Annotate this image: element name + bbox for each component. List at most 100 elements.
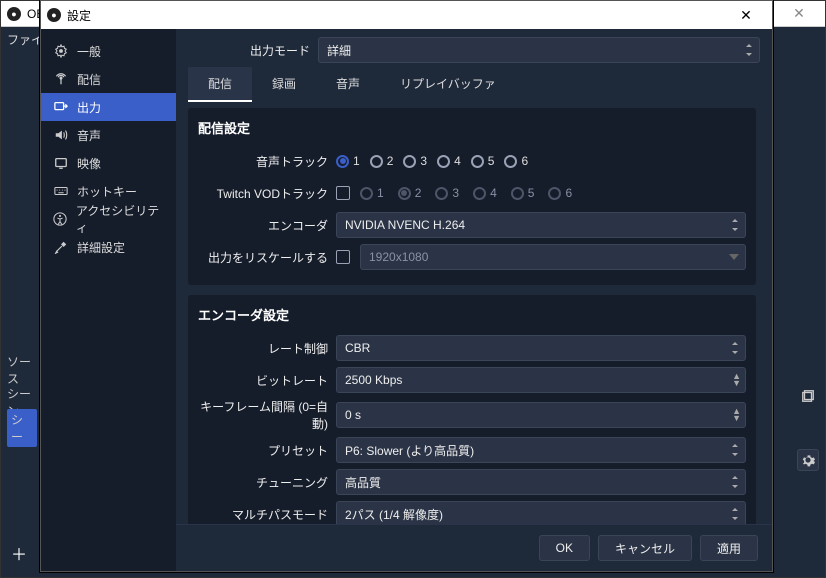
encoder-select[interactable]: NVIDIA NVENC H.264 [336, 212, 746, 238]
audio-track-radio-6[interactable] [504, 155, 517, 168]
audio-track-group: 1 2 3 4 5 6 [336, 154, 746, 168]
obs-icon: ● [7, 7, 21, 21]
tab-stream[interactable]: 配信 [188, 67, 252, 102]
settings-dialog: ● 設定 ✕ 一般 配信 出力 音声 映像 ホットキー アクセシビリティ 詳細設… [40, 0, 773, 572]
sidebar-item-label: 出力 [77, 99, 101, 116]
bitrate-label: ビットレート [198, 372, 328, 389]
section-title: エンコーダ設定 [198, 305, 746, 324]
chevron-updown-icon [731, 508, 739, 520]
audio-track-radio-2[interactable] [370, 155, 383, 168]
dialog-footer: OK キャンセル 適用 [176, 524, 772, 571]
vod-track-radio-5 [511, 187, 524, 200]
select-value: NVIDIA NVENC H.264 [345, 218, 465, 232]
vod-track-radio-4 [473, 187, 486, 200]
twitch-vod-field: 1 2 3 4 5 6 [336, 186, 746, 200]
vod-track-radio-3 [435, 187, 448, 200]
section-title: 配信設定 [198, 118, 746, 137]
add-scene-button[interactable]: ＋ [9, 547, 29, 567]
sidebar-item-hotkeys[interactable]: ホットキー [41, 177, 176, 205]
file-menu[interactable]: ファイ [7, 31, 43, 48]
twitch-vod-checkbox[interactable] [336, 186, 350, 200]
display-icon [53, 156, 69, 170]
sidebar-item-stream[interactable]: 配信 [41, 65, 176, 93]
sidebar-item-video[interactable]: 映像 [41, 149, 176, 177]
chevron-updown-icon [745, 44, 753, 56]
vod-track-radio-2 [398, 187, 411, 200]
spinner-arrows-icon[interactable]: ▲▼ [732, 373, 741, 387]
rescale-checkbox[interactable] [336, 250, 350, 264]
apply-button[interactable]: 適用 [700, 535, 758, 561]
tab-record[interactable]: 録画 [252, 67, 316, 102]
sidebar-item-label: 詳細設定 [77, 239, 125, 256]
cancel-button[interactable]: キャンセル [598, 535, 692, 561]
speaker-icon [53, 128, 69, 142]
sidebar-item-label: ホットキー [77, 183, 137, 200]
sources-label: ソース [7, 353, 37, 387]
vod-track-radio-6 [548, 187, 561, 200]
output-mode-select[interactable]: 詳細 [318, 37, 760, 63]
sidebar-item-label: 音声 [77, 127, 101, 144]
chevron-updown-icon [731, 219, 739, 231]
audio-track-radio-5[interactable] [471, 155, 484, 168]
preset-label: プリセット [198, 442, 328, 459]
audio-track-radio-4[interactable] [437, 155, 450, 168]
settings-sidebar: 一般 配信 出力 音声 映像 ホットキー アクセシビリティ 詳細設定 [41, 29, 176, 571]
sidebar-item-label: 配信 [77, 71, 101, 88]
settings-scroll[interactable]: 配信設定 音声トラック 1 2 3 4 5 6 Twitch VO [176, 102, 768, 524]
bitrate-input[interactable]: 2500 Kbps▲▼ [336, 367, 746, 393]
scene-item-active[interactable]: シー [7, 409, 37, 447]
rescale-field: 1920x1080 [336, 244, 746, 270]
settings-gear-button[interactable] [797, 449, 819, 471]
output-mode-label: 出力モード [188, 42, 310, 59]
settings-content: 出力モード 詳細 配信 録画 音声 リプレイバッファ 配信設定 音声トラック [176, 29, 772, 571]
dialog-title: 設定 [67, 7, 91, 24]
encoder-row: エンコーダ NVIDIA NVENC H.264 [198, 211, 746, 239]
stream-settings-section: 配信設定 音声トラック 1 2 3 4 5 6 Twitch VO [188, 108, 756, 285]
multipass-select[interactable]: 2パス (1/4 解像度) [336, 501, 746, 524]
audio-track-label: 音声トラック [198, 153, 328, 170]
audio-track-radio-1[interactable] [336, 155, 349, 168]
tab-replay[interactable]: リプレイバッファ [380, 67, 516, 102]
tools-icon [53, 240, 69, 254]
chevron-updown-icon [731, 476, 739, 488]
rescale-row: 出力をリスケールする 1920x1080 [198, 243, 746, 271]
output-tabs: 配信 録画 音声 リプレイバッファ [176, 67, 772, 102]
chevron-updown-icon [731, 444, 739, 456]
sidebar-item-audio[interactable]: 音声 [41, 121, 176, 149]
select-value: 1920x1080 [369, 250, 428, 264]
keyframe-input[interactable]: 0 s▲▼ [336, 402, 746, 428]
keyframe-label: キーフレーム間隔 (0=自動) [198, 398, 328, 432]
dialog-titlebar: ● 設定 ✕ [41, 1, 772, 29]
dialog-close-button[interactable]: ✕ [726, 7, 766, 24]
output-mode-row: 出力モード 詳細 [176, 29, 772, 67]
audio-track-radio-3[interactable] [403, 155, 416, 168]
main-close-icon[interactable]: ✕ [779, 5, 819, 22]
obs-icon: ● [47, 8, 61, 22]
encoder-settings-section: エンコーダ設定 レート制御 CBR ビットレート 2500 Kbps▲▼ キーフレー… [188, 295, 756, 524]
sidebar-item-output[interactable]: 出力 [41, 93, 176, 121]
multipass-label: マルチパスモード [198, 506, 328, 523]
twitch-vod-row: Twitch VODトラック 1 2 3 4 5 6 [198, 179, 746, 207]
tuning-select[interactable]: 高品質 [336, 469, 746, 495]
ok-button[interactable]: OK [539, 535, 590, 561]
spinner-arrows-icon[interactable]: ▲▼ [732, 408, 741, 422]
twitch-vod-label: Twitch VODトラック [198, 185, 328, 202]
output-icon [53, 100, 69, 114]
sidebar-item-advanced[interactable]: 詳細設定 [41, 233, 176, 261]
left-dock-strip: ソース シーン シー [1, 51, 37, 577]
keyboard-icon [53, 184, 69, 198]
tuning-label: チューニング [198, 474, 328, 491]
vod-track-radio-1 [360, 187, 373, 200]
rescale-label: 出力をリスケールする [198, 249, 328, 266]
accessibility-icon [53, 212, 68, 226]
rate-control-label: レート制御 [198, 340, 328, 357]
chevron-updown-icon [731, 342, 739, 354]
sidebar-item-accessibility[interactable]: アクセシビリティ [41, 205, 176, 233]
layers-icon[interactable] [797, 385, 819, 407]
rate-control-select[interactable]: CBR [336, 335, 746, 361]
sidebar-item-general[interactable]: 一般 [41, 37, 176, 65]
sidebar-item-label: 映像 [77, 155, 101, 172]
sidebar-item-label: 一般 [77, 43, 101, 60]
tab-audio[interactable]: 音声 [316, 67, 380, 102]
preset-select[interactable]: P6: Slower (より高品質) [336, 437, 746, 463]
